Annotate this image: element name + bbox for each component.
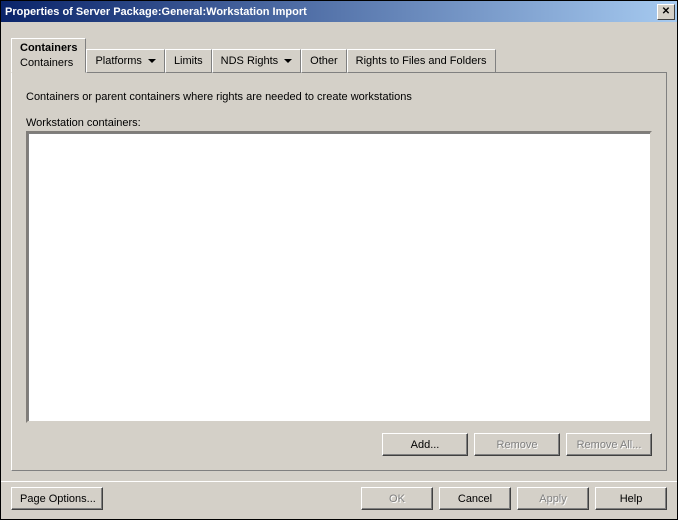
add-button[interactable]: Add... — [382, 433, 468, 456]
footer-right: OK Cancel Apply Help — [361, 487, 667, 510]
ok-button[interactable]: OK — [361, 487, 433, 510]
tab-other-label: Other — [310, 55, 338, 67]
listbox-content — [28, 133, 650, 421]
remove-all-button[interactable]: Remove All... — [566, 433, 652, 456]
apply-button[interactable]: Apply — [517, 487, 589, 510]
dialog-window: Properties of Server Package:General:Wor… — [0, 0, 678, 520]
footer-left: Page Options... — [11, 487, 103, 510]
tab-limits-label: Limits — [174, 55, 203, 67]
remove-button[interactable]: Remove — [474, 433, 560, 456]
tabstrip: Containers Containers Platforms Limits N… — [11, 32, 667, 73]
help-button[interactable]: Help — [595, 487, 667, 510]
titlebar: Properties of Server Package:General:Wor… — [1, 1, 677, 22]
tab-containers[interactable]: Containers Containers — [11, 38, 86, 73]
tab-containers-sublabel: Containers — [20, 57, 73, 69]
window-title: Properties of Server Package:General:Wor… — [5, 6, 657, 18]
tab-platforms-label: Platforms — [95, 55, 141, 67]
chevron-down-icon — [284, 59, 292, 63]
instruction-text: Containers or parent containers where ri… — [26, 91, 652, 103]
tab-containers-label: Containers — [20, 42, 77, 54]
close-button[interactable]: ✕ — [657, 4, 675, 20]
workstation-containers-listbox[interactable] — [26, 131, 652, 423]
cancel-button[interactable]: Cancel — [439, 487, 511, 510]
page-options-button[interactable]: Page Options... — [11, 487, 103, 510]
tabstrip-area: Containers Containers Platforms Limits N… — [1, 22, 677, 73]
tab-nds-rights[interactable]: NDS Rights — [212, 49, 301, 73]
tab-rights-files-folders[interactable]: Rights to Files and Folders — [347, 49, 496, 73]
list-button-row: Add... Remove Remove All... — [26, 433, 652, 456]
close-icon: ✕ — [662, 6, 670, 17]
tab-panel: Containers or parent containers where ri… — [11, 73, 667, 471]
tab-other[interactable]: Other — [301, 49, 347, 73]
dialog-footer: Page Options... OK Cancel Apply Help — [1, 481, 677, 519]
tab-rights-ff-label: Rights to Files and Folders — [356, 55, 487, 67]
tab-nds-rights-label: NDS Rights — [221, 55, 278, 67]
list-label: Workstation containers: — [26, 117, 652, 129]
chevron-down-icon — [148, 59, 156, 63]
tab-limits[interactable]: Limits — [165, 49, 212, 73]
tab-platforms[interactable]: Platforms — [86, 49, 164, 73]
